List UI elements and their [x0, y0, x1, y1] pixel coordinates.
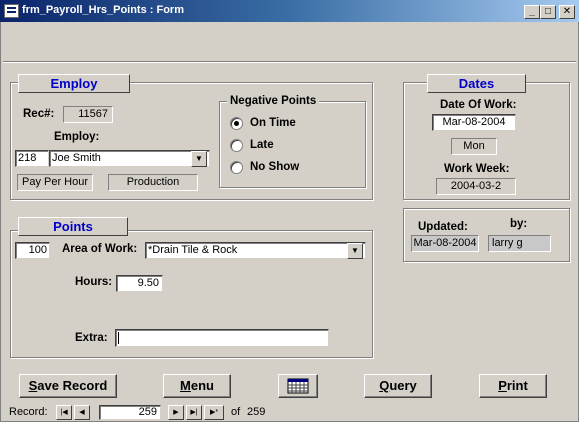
- pay-type-field: Pay Per Hour: [17, 174, 93, 191]
- extra-field[interactable]: [115, 329, 329, 347]
- area-of-work-label: Area of Work:: [62, 243, 138, 255]
- department-field: Production: [108, 174, 198, 191]
- area-of-work-combo[interactable]: *Drain Tile & Rock ▼: [145, 242, 366, 259]
- minimize-button[interactable]: _: [524, 5, 540, 19]
- print-button[interactable]: Print: [479, 374, 547, 398]
- area-of-work-value: *Drain Tile & Rock: [148, 244, 238, 256]
- area-dropdown-arrow-icon[interactable]: ▼: [347, 243, 363, 259]
- record-label: Record:: [9, 406, 48, 418]
- no-show-label: No Show: [250, 161, 300, 173]
- work-week-field: 2004-03-2: [436, 178, 516, 195]
- late-label: Late: [250, 139, 274, 151]
- first-record-icon[interactable]: |◀: [56, 405, 72, 420]
- rec-number-field: 11567: [63, 106, 113, 123]
- record-number-input[interactable]: 259: [99, 405, 161, 420]
- updated-date-field: Mar-08-2004: [411, 235, 479, 252]
- calendar-button[interactable]: [278, 374, 318, 398]
- window-title: frm_Payroll_Hrs_Points : Form: [22, 4, 184, 16]
- weekday-field: Mon: [451, 138, 497, 155]
- late-radio[interactable]: [230, 139, 243, 152]
- date-of-work-field[interactable]: Mar-08-2004: [432, 114, 516, 131]
- updated-label: Updated:: [418, 221, 468, 233]
- close-button[interactable]: ✕: [559, 5, 575, 19]
- by-label: by:: [510, 218, 528, 230]
- hours-field[interactable]: 9.50: [116, 275, 163, 292]
- points-tab: Points: [18, 217, 128, 236]
- dates-tab: Dates: [427, 74, 526, 93]
- of-label: of: [231, 406, 241, 418]
- rec-label: Rec#:: [23, 108, 55, 120]
- points-value-field[interactable]: 100: [15, 242, 50, 259]
- employ-tab: Employ: [18, 74, 130, 93]
- header-divider: [3, 61, 576, 63]
- calendar-icon: [287, 378, 309, 394]
- on-time-radio[interactable]: [230, 117, 243, 130]
- updated-by-field: larry g: [488, 235, 551, 252]
- form-icon[interactable]: [4, 4, 19, 18]
- text-cursor: [118, 332, 119, 344]
- employ-label: Employ:: [54, 131, 100, 143]
- query-button[interactable]: Query: [364, 374, 432, 398]
- on-time-label: On Time: [250, 117, 296, 129]
- date-of-work-label: Date Of Work:: [440, 99, 517, 111]
- last-record-icon[interactable]: ▶|: [186, 405, 202, 420]
- employee-name-combo[interactable]: Joe Smith ▼: [49, 150, 210, 167]
- save-record-button[interactable]: Save Record: [19, 374, 117, 398]
- next-record-icon[interactable]: ▶: [168, 405, 184, 420]
- dropdown-arrow-icon[interactable]: ▼: [191, 151, 207, 167]
- menu-button[interactable]: Menu: [163, 374, 231, 398]
- hours-label: Hours:: [75, 276, 113, 288]
- previous-record-icon[interactable]: ◀: [74, 405, 90, 420]
- employee-id-field[interactable]: 218: [15, 150, 49, 167]
- employee-name-value: Joe Smith: [52, 152, 101, 164]
- record-total: 259: [247, 406, 266, 418]
- extra-label: Extra:: [75, 332, 108, 344]
- maximize-button[interactable]: □: [540, 5, 556, 19]
- work-week-label: Work Week:: [444, 163, 510, 175]
- no-show-radio[interactable]: [230, 161, 243, 174]
- new-record-icon[interactable]: ▶*: [204, 405, 224, 420]
- title-bar: frm_Payroll_Hrs_Points : Form _ □ ✕: [0, 0, 579, 22]
- negative-points-title: Negative Points: [227, 95, 320, 107]
